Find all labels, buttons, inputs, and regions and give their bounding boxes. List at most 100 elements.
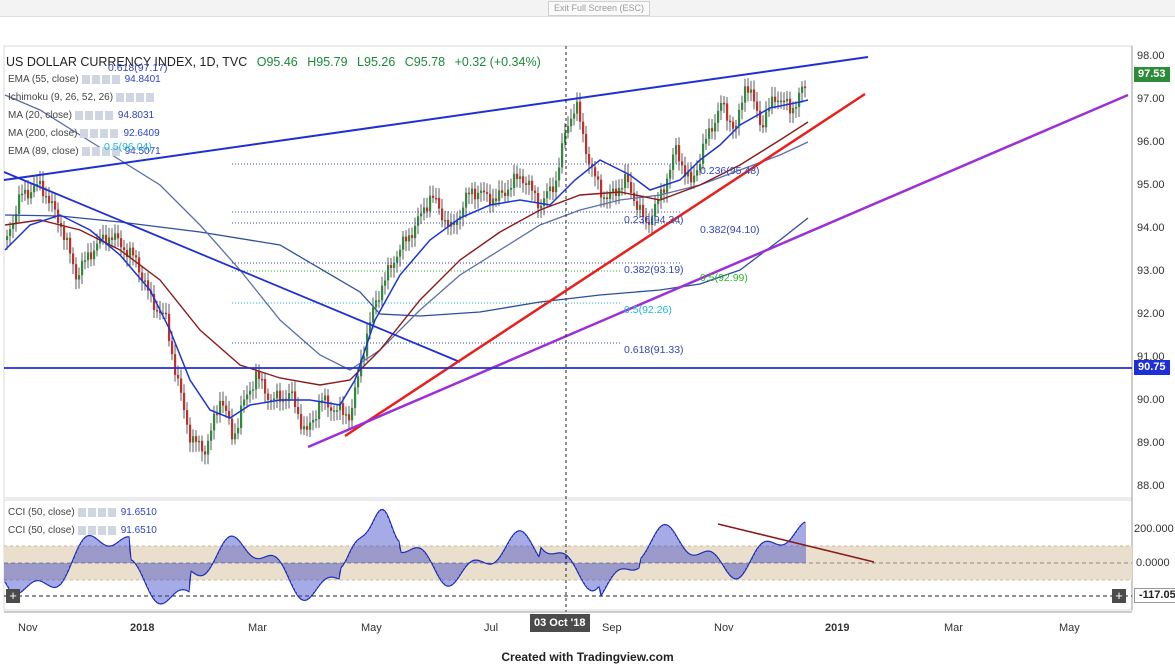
candle-body <box>102 234 105 240</box>
candle-body <box>192 436 195 443</box>
candle-body <box>342 403 345 415</box>
candle-body <box>552 186 555 193</box>
candle-body <box>546 191 549 199</box>
candle-body <box>351 407 354 421</box>
legend-cci-2[interactable]: CCI (50, close) 91.6510 <box>8 525 157 536</box>
candle-body <box>672 154 675 170</box>
candle-body <box>225 405 228 411</box>
legend-cci-1[interactable]: CCI (50, close) 91.6510 <box>8 507 157 518</box>
candle-body <box>732 121 735 129</box>
price-tick: 96.00 <box>1137 136 1165 148</box>
candle-body <box>498 190 501 201</box>
legend-ichimoku[interactable]: Ichimoku (9, 26, 52, 26) <box>8 92 159 103</box>
legend-ema55[interactable]: EMA (55, close) 94.8401 <box>8 74 161 85</box>
time-tick: Nov <box>714 622 734 634</box>
candle-body <box>174 354 177 375</box>
candle-body <box>144 280 147 282</box>
price-tick: 98.00 <box>1137 50 1165 62</box>
candle-body <box>501 190 504 193</box>
candle-body <box>762 125 765 128</box>
red-trendline <box>344 92 866 438</box>
candle-body <box>261 378 264 381</box>
candle-body <box>576 101 579 114</box>
candle-body <box>156 310 159 312</box>
legend-buttons[interactable] <box>80 128 121 138</box>
ma200-line <box>4 214 809 317</box>
candle-body <box>795 106 798 109</box>
candle-body <box>318 402 321 420</box>
candle-body <box>585 133 588 155</box>
candle-body <box>720 102 723 111</box>
time-tick: May <box>361 622 382 634</box>
candle-body <box>348 414 351 421</box>
candle-body <box>414 225 417 239</box>
candle-body <box>519 176 522 179</box>
candle-body <box>327 395 330 408</box>
candle-body <box>483 190 486 193</box>
candle-body <box>486 192 489 194</box>
legend-ma200[interactable]: MA (200, close) 92.6409 <box>8 128 160 139</box>
legend-buttons[interactable] <box>77 507 118 517</box>
candle-body <box>84 260 87 262</box>
candle-body <box>639 204 642 210</box>
candle-body <box>18 194 21 214</box>
candle-body <box>624 174 627 189</box>
legend-value: 92.6409 <box>123 128 160 139</box>
candle-body <box>690 171 693 183</box>
footer-credit: Created with Tradingview.com <box>501 650 674 664</box>
price-tick: 92.00 <box>1137 308 1165 320</box>
candle-body <box>741 102 744 110</box>
candle-body <box>276 390 279 399</box>
add-icon[interactable]: + <box>6 589 20 603</box>
candle-body <box>600 179 603 198</box>
candle-body <box>411 235 414 239</box>
candle-body <box>114 233 117 240</box>
candle-body <box>507 189 510 196</box>
legend-buttons[interactable] <box>74 110 115 120</box>
candle-body <box>201 440 204 452</box>
candle-body <box>333 410 336 412</box>
candle-body <box>294 391 297 408</box>
candle-body <box>195 436 198 442</box>
candle-body <box>573 113 576 119</box>
time-tick: May <box>1059 622 1080 634</box>
candle-body <box>420 213 423 217</box>
legend-buttons[interactable] <box>77 525 118 535</box>
legend-buttons[interactable] <box>81 74 122 84</box>
candle-body <box>477 192 480 200</box>
candle-body <box>765 111 768 128</box>
candle-body <box>738 109 741 126</box>
candle-body <box>390 265 393 269</box>
candle-body <box>54 201 57 210</box>
legend-buttons[interactable] <box>116 92 157 102</box>
candle-body <box>696 170 699 176</box>
candle-body <box>258 371 261 379</box>
candle-body <box>252 389 255 391</box>
candle-body <box>603 197 606 199</box>
candle-body <box>300 413 303 430</box>
candle-body <box>753 89 756 102</box>
candle-body <box>426 207 429 212</box>
legend-label: CCI (50, close) <box>8 525 75 536</box>
candle-body <box>681 161 684 166</box>
candle-body <box>6 235 9 240</box>
candle-body <box>72 253 75 265</box>
candle-body <box>207 440 210 455</box>
price-tick: 95.00 <box>1137 179 1165 191</box>
candle-body <box>789 98 792 114</box>
candle-body <box>513 173 516 189</box>
fib-label: 0.236(94.34) <box>624 214 684 226</box>
candle-body <box>210 430 213 441</box>
candle-body <box>612 188 615 192</box>
legend-ma20[interactable]: MA (20, close) 94.8031 <box>8 110 154 121</box>
candle-body <box>558 167 561 181</box>
candle-body <box>531 180 534 191</box>
chart-canvas[interactable] <box>0 0 1175 668</box>
candle-body <box>723 102 726 105</box>
candle-body <box>96 243 99 251</box>
candle-body <box>132 247 135 256</box>
candle-body <box>63 226 66 240</box>
legend-label: MA (20, close) <box>8 110 72 121</box>
price-tick: 97.00 <box>1137 93 1165 105</box>
add-icon[interactable]: + <box>1112 589 1126 603</box>
